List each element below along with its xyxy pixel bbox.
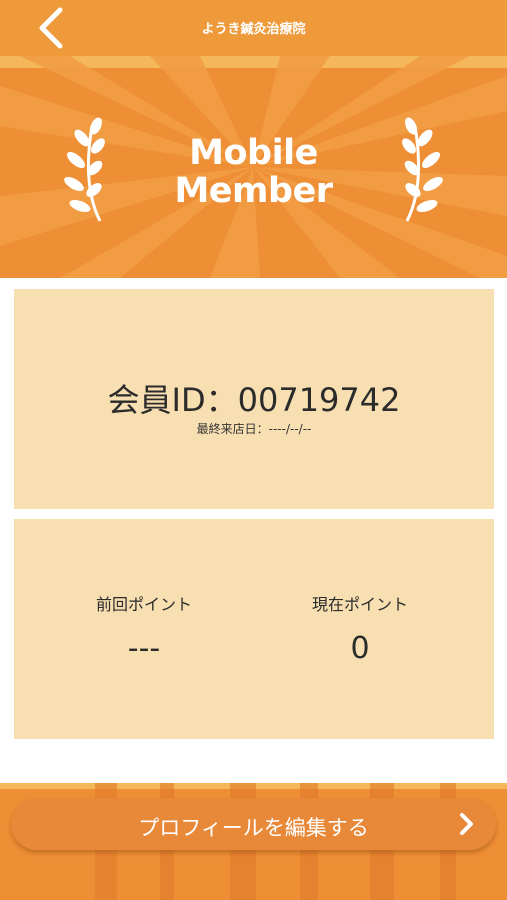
points-card: 前回ポイント --- 現在ポイント 0 <box>14 519 494 739</box>
edit-profile-label: プロフィールを編集する <box>138 816 369 840</box>
last-visit-line: 最終来店日：----/--/-- <box>14 420 494 437</box>
app-screen: ようき鍼灸治療院 Mobile Member 会員ID：00719742 最終来… <box>0 0 507 900</box>
edit-profile-button[interactable]: プロフィールを編集する <box>11 798 496 850</box>
header-title: ようき鍼灸治療院 <box>201 22 306 37</box>
chevron-right-icon <box>460 813 473 835</box>
last-visit-value: ----/--/-- <box>268 422 312 436</box>
member-banner: Mobile Member <box>0 56 507 278</box>
current-points-value: 0 <box>350 631 370 666</box>
member-id-line: 会員ID：00719742 <box>14 375 494 421</box>
current-points-label: 現在ポイント <box>311 595 408 614</box>
previous-points: 前回ポイント --- <box>24 591 264 666</box>
last-visit-label: 最終来店日： <box>196 422 269 436</box>
current-points: 現在ポイント 0 <box>240 591 480 666</box>
header-bar: ようき鍼灸治療院 <box>0 0 507 56</box>
previous-points-label: 前回ポイント <box>95 595 192 614</box>
member-info-card: 会員ID：00719742 最終来店日：----/--/-- <box>14 289 494 509</box>
previous-points-value: --- <box>127 631 161 666</box>
footer-bar: プロフィールを編集する <box>0 783 507 900</box>
member-id-value: 00719742 <box>237 381 401 419</box>
member-id-separator: ： <box>205 381 238 419</box>
laurel-right-icon <box>402 117 443 222</box>
member-id-label: 会員ID <box>107 381 206 419</box>
